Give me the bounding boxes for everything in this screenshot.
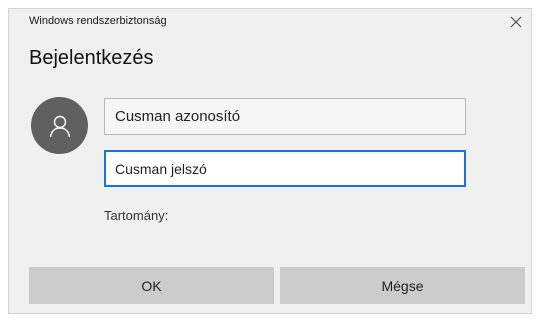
security-dialog: Windows rendszerbiztonság Bejelentkezés … [8,8,532,314]
cancel-button[interactable]: Mégse [280,267,525,304]
ok-button[interactable]: OK [29,267,274,304]
close-button[interactable] [505,11,527,33]
avatar [31,97,88,154]
window-title: Windows rendszerbiztonság [29,15,167,27]
page-title: Bejelentkezés [29,47,154,69]
user-icon [49,115,70,137]
close-icon [510,16,522,28]
password-field[interactable] [104,150,466,187]
domain-label: Tartomány: [104,208,169,223]
username-field[interactable] [104,98,466,135]
